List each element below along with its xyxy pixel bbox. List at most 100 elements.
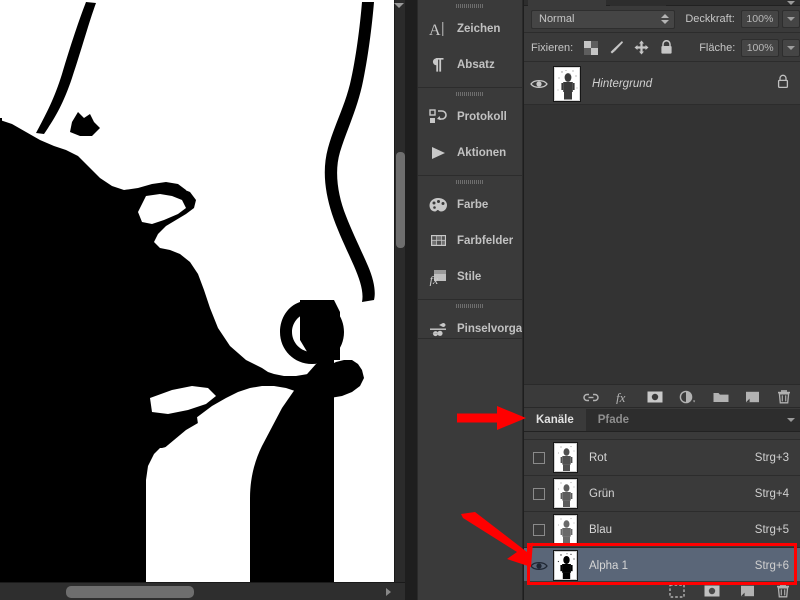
svg-text:A: A (429, 22, 441, 38)
delete-channel-icon[interactable] (775, 583, 791, 598)
channel-name: Blau (589, 523, 613, 536)
eye-visible-icon[interactable] (524, 560, 554, 572)
color-palette-icon (426, 193, 452, 217)
dock-item-farbfelder[interactable]: Farbfelder (418, 223, 522, 259)
spinner-updown-icon[interactable] (661, 13, 670, 24)
opacity-input[interactable]: 100% (740, 10, 779, 28)
lock-buttons (583, 40, 674, 56)
padlock-icon (777, 74, 789, 94)
tab-kanaele[interactable]: Kanäle (524, 409, 586, 431)
dock-group-type: A Zeichen Absatz (418, 0, 522, 88)
canvas-vertical-scrollbar[interactable] (394, 0, 405, 582)
channel-row-rot[interactable]: Rot Strg+3 (524, 440, 800, 476)
layer-list: Hintergrund (524, 63, 800, 385)
layer-row-hintergrund[interactable]: Hintergrund (524, 63, 800, 105)
dock-grip-handle[interactable] (418, 0, 522, 11)
dock-item-farbe[interactable]: Farbe (418, 187, 522, 223)
paragraph-icon (426, 53, 452, 77)
canvas-vertical-scroll-thumb[interactable] (396, 152, 405, 248)
channel-shortcut: Strg+4 (754, 487, 789, 500)
character-icon: A (426, 17, 452, 41)
dock-group-history: Protokoll Aktionen (418, 88, 522, 176)
collapsed-panel-dock: A Zeichen Absatz Protokoll Aktionen Farb… (417, 0, 523, 600)
channel-visibility-checkbox[interactable] (524, 487, 554, 500)
new-channel-icon[interactable] (739, 584, 757, 598)
channel-list: Rot Strg+3 Grün Strg+4 Blau Strg+5 Alpha… (524, 440, 800, 584)
dock-item-label: Pinselvorga... (457, 323, 522, 335)
fill-chevron-down-icon[interactable] (782, 38, 800, 57)
channel-thumbnail (553, 550, 578, 581)
dock-item-aktionen[interactable]: Aktionen (418, 135, 522, 171)
channel-name: Alpha 1 (589, 559, 629, 572)
document-canvas-area (0, 0, 405, 600)
adjustment-layer-icon[interactable] (678, 390, 698, 404)
layer-thumbnail (553, 65, 581, 102)
canvas-horizontal-scroll-thumb[interactable] (66, 586, 194, 598)
lock-image-pixels-icon[interactable] (608, 40, 624, 56)
lock-transparency-icon[interactable] (583, 40, 599, 56)
right-panel-column: Normal Deckkraft: 100% Fixieren: Fläche:… (524, 0, 800, 600)
channels-scroll-spacer (524, 432, 800, 440)
dock-item-label: Aktionen (457, 147, 507, 159)
dock-item-label: Farbfelder (457, 235, 514, 247)
dock-item-label: Farbe (457, 199, 489, 211)
delete-layer-icon[interactable] (776, 389, 792, 404)
history-icon (426, 105, 452, 129)
channel-row-blau[interactable]: Blau Strg+5 (524, 512, 800, 548)
channel-visibility-checkbox[interactable] (524, 451, 554, 464)
svg-text:fx: fx (430, 273, 439, 286)
dock-item-label: Protokoll (457, 111, 507, 123)
channels-tab-bar: Kanäle Pfade (524, 409, 800, 432)
opacity-chevron-down-icon[interactable] (781, 10, 800, 28)
dock-item-absatz[interactable]: Absatz (418, 47, 522, 83)
channel-row-gruen[interactable]: Grün Strg+4 (524, 476, 800, 512)
styles-fx-icon: fx (426, 265, 452, 289)
opacity-label: Deckkraft: (685, 13, 735, 25)
swatches-grid-icon (426, 229, 452, 253)
load-channel-as-selection-icon[interactable] (669, 583, 685, 598)
save-selection-as-channel-icon[interactable] (703, 584, 721, 598)
new-layer-icon[interactable] (744, 390, 762, 404)
channel-shortcut: Strg+6 (754, 559, 789, 572)
dock-grip-handle[interactable] (418, 300, 522, 311)
dock-item-zeichen[interactable]: A Zeichen (418, 11, 522, 47)
dock-item-stile[interactable]: fx Stile (418, 259, 522, 295)
layer-mask-icon[interactable] (646, 390, 664, 404)
blend-mode-row: Normal Deckkraft: 100% (524, 6, 800, 33)
fill-label: Fläche: (699, 41, 736, 54)
channel-shortcut: Strg+3 (754, 451, 789, 464)
dock-item-label: Zeichen (457, 23, 501, 35)
tab-pfade[interactable]: Pfade (586, 409, 641, 431)
layers-toolbar: fx (524, 386, 800, 408)
blend-mode-select[interactable]: Normal (531, 9, 676, 29)
dock-grip-handle[interactable] (418, 176, 522, 187)
channels-toolbar (524, 581, 800, 600)
lock-position-icon[interactable] (633, 40, 649, 56)
canvas-corner-caret-icon[interactable] (394, 3, 404, 8)
dock-item-label: Absatz (457, 59, 495, 71)
channel-shortcut: Strg+5 (754, 523, 789, 536)
link-layers-icon[interactable] (582, 390, 600, 404)
scroll-right-arrow-icon[interactable] (386, 588, 391, 596)
channel-visibility-checkbox[interactable] (524, 523, 554, 536)
eye-visible-icon[interactable] (524, 78, 554, 90)
channel-row-alpha-1[interactable]: Alpha 1 Strg+6 (524, 548, 800, 584)
dock-grip-handle[interactable] (418, 88, 522, 99)
new-group-icon[interactable] (712, 390, 730, 404)
blend-mode-value: Normal (539, 13, 575, 25)
panel-menu-caret-icon[interactable] (787, 1, 795, 5)
channel-thumbnail (553, 514, 578, 545)
channels-panel: Kanäle Pfade Rot Strg+3 Grün Strg+4 Blau… (524, 409, 800, 600)
dock-group-color: Farbe Farbfelder fx Stile (418, 176, 522, 300)
lock-all-icon[interactable] (658, 40, 674, 56)
fill-input[interactable]: 100% (741, 38, 780, 57)
dock-item-protokoll[interactable]: Protokoll (418, 99, 522, 135)
layer-name: Hintergrund (592, 77, 653, 90)
canvas-horizontal-scrollbar[interactable] (0, 582, 405, 600)
channel-thumbnail (553, 442, 578, 473)
svg-text:fx: fx (616, 390, 626, 404)
layer-style-fx-icon[interactable]: fx (614, 390, 632, 404)
panel-menu-caret-icon[interactable] (787, 418, 795, 422)
canvas-image[interactable] (0, 0, 394, 582)
dock-empty-area (418, 338, 522, 600)
